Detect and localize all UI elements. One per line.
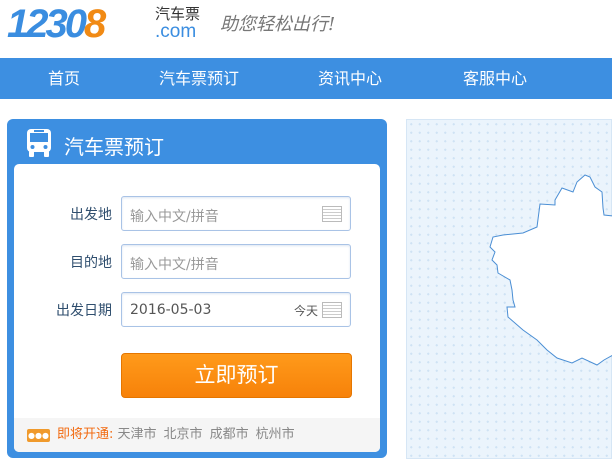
header: 12308 汽车票 .com 助您轻松出行! — [0, 0, 612, 58]
province-shape — [489, 174, 612, 366]
city-link[interactable]: 成都市 — [210, 427, 249, 442]
date-label: 出发日期 — [56, 303, 112, 319]
city-list-icon[interactable] — [322, 206, 342, 222]
from-input[interactable]: 输入中文/拼音 — [121, 196, 351, 231]
nav-service[interactable]: 客服中心 — [430, 58, 560, 99]
date-row: 出发日期 2016-05-03 今天 — [14, 292, 380, 327]
coming-soon-bar: ●●● 即将开通: 天津市 北京市 成都市 杭州市 — [14, 418, 380, 452]
to-label: 目的地 — [70, 255, 112, 271]
city-link[interactable]: 北京市 — [164, 427, 203, 442]
logo-text: 汽车票 — [155, 5, 201, 23]
from-placeholder: 输入中文/拼音 — [130, 209, 219, 225]
booking-panel: 汽车票预订 出发地 输入中文/拼音 目的地 输入中文/拼音 出发日期 2016-… — [7, 119, 387, 458]
more-icon: ●●● — [27, 429, 50, 442]
city-link[interactable]: 天津市 — [118, 427, 157, 442]
slogan: 助您轻松出行! — [220, 14, 336, 35]
main-nav: 首页 汽车票预订 资讯中心 客服中心 — [0, 58, 612, 99]
calendar-icon[interactable] — [322, 302, 342, 318]
date-value: 2016-05-03 — [130, 302, 212, 318]
logo-domain: .com — [155, 21, 197, 42]
logo-number-accent: 8 — [83, 2, 106, 46]
coming-soon-label: 即将开通: — [57, 427, 114, 442]
to-input[interactable]: 输入中文/拼音 — [121, 244, 351, 279]
nav-news[interactable]: 资讯中心 — [270, 58, 430, 99]
today-label[interactable]: 今天 — [294, 302, 318, 319]
logo[interactable]: 12308 — [7, 2, 106, 46]
route-map[interactable] — [406, 119, 612, 459]
to-placeholder: 输入中文/拼音 — [130, 257, 219, 273]
bus-icon — [27, 129, 51, 157]
nav-booking[interactable]: 汽车票预订 — [128, 58, 270, 99]
panel-title: 汽车票预订 — [64, 135, 164, 159]
nav-home[interactable]: 首页 — [0, 58, 128, 99]
logo-sub: 汽车票 .com — [155, 5, 201, 42]
from-label: 出发地 — [70, 207, 112, 223]
booking-form: 出发地 输入中文/拼音 目的地 输入中文/拼音 出发日期 2016-05-03 今… — [14, 164, 380, 452]
book-now-button[interactable]: 立即预订 — [121, 353, 352, 398]
from-row: 出发地 输入中文/拼音 — [14, 196, 380, 231]
city-link[interactable]: 杭州市 — [256, 427, 295, 442]
date-input[interactable]: 2016-05-03 今天 — [121, 292, 351, 327]
to-row: 目的地 输入中文/拼音 — [14, 244, 380, 279]
logo-number: 1230 — [7, 2, 87, 46]
